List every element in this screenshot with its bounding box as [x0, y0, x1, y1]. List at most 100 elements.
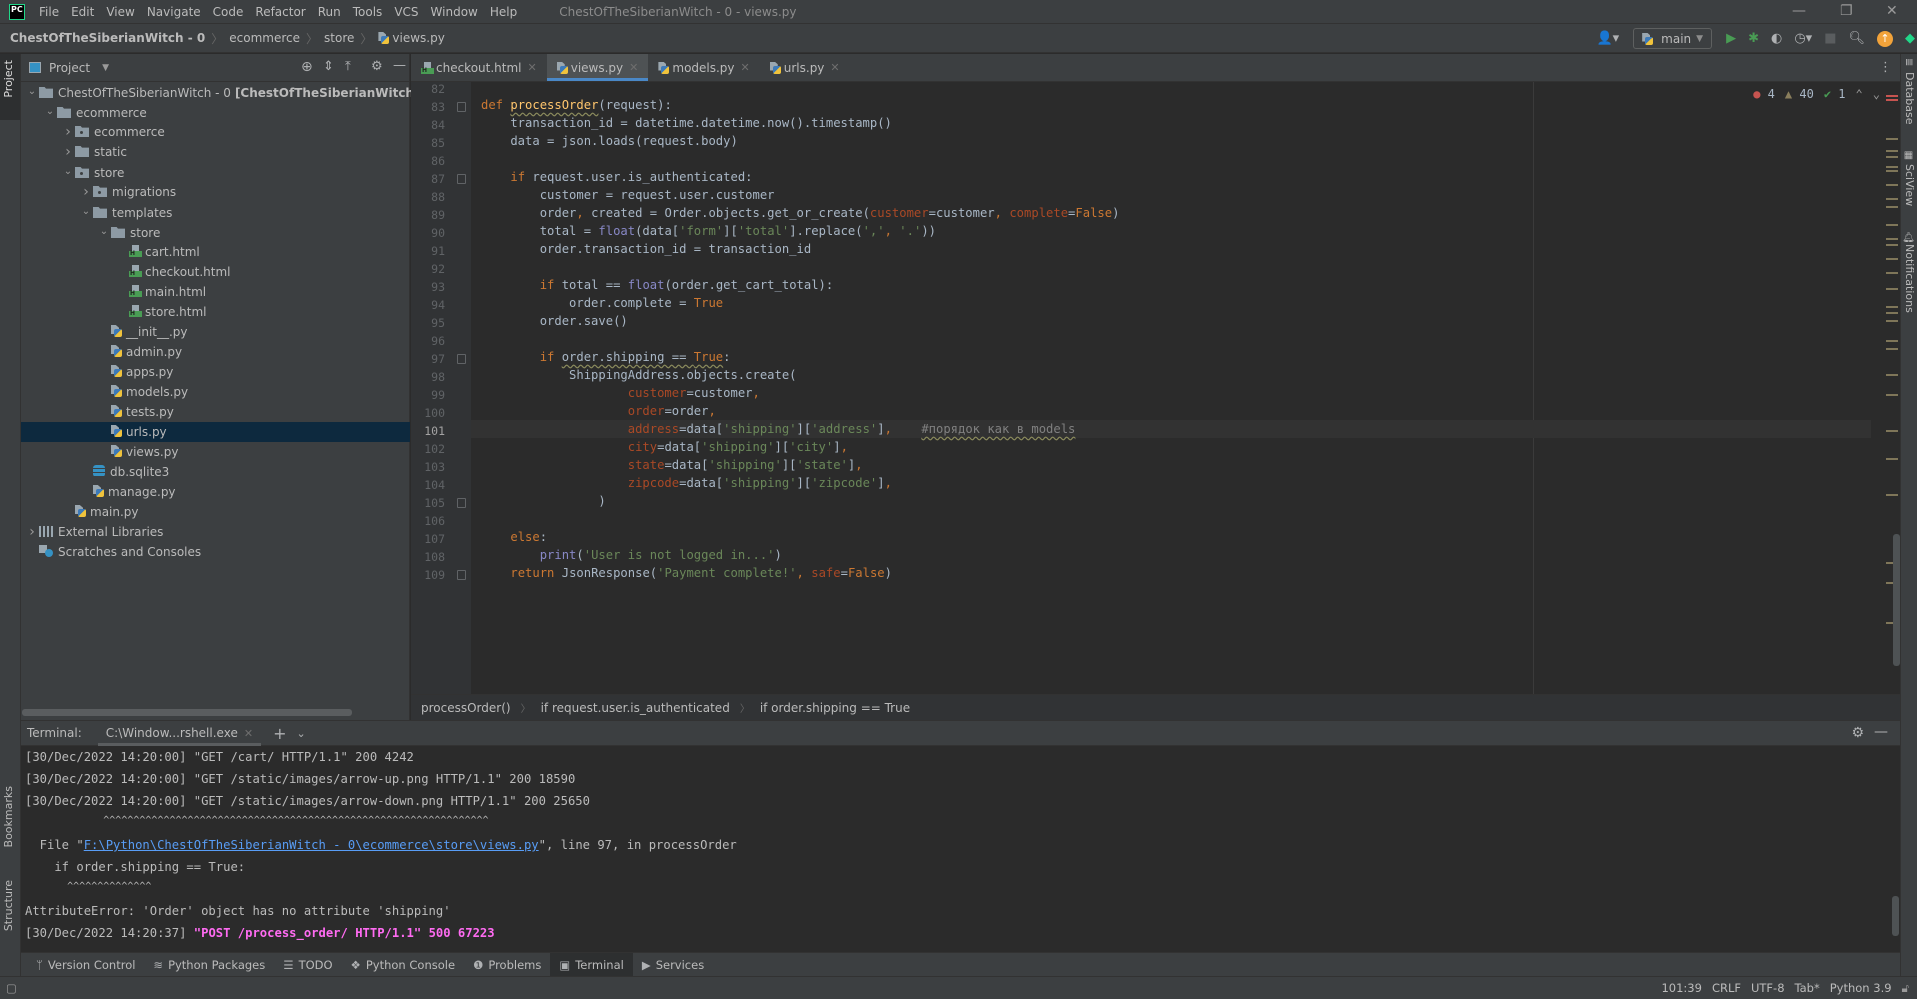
- restore-button[interactable]: ❐: [1840, 3, 1853, 19]
- tree-item[interactable]: tests.py: [21, 402, 410, 422]
- code-line[interactable]: [471, 82, 1871, 96]
- code-line[interactable]: transaction_id = datetime.datetime.now()…: [471, 114, 1871, 132]
- stop-icon[interactable]: ■: [1824, 31, 1836, 46]
- tree-item[interactable]: store.html: [21, 302, 410, 322]
- warning-stripe-mark[interactable]: [1886, 258, 1898, 260]
- expand-all-icon[interactable]: ⇕: [323, 59, 334, 74]
- tree-item[interactable]: __init__.py: [21, 322, 410, 342]
- chevron-down-icon[interactable]: ⌄: [296, 727, 305, 740]
- code-line[interactable]: customer=customer,: [471, 384, 1871, 402]
- lock-icon[interactable]: 🔓︎: [1902, 981, 1909, 996]
- warning-stripe-mark[interactable]: [1886, 206, 1898, 208]
- menu-window[interactable]: Window: [431, 5, 478, 19]
- code-line[interactable]: data = json.loads(request.body): [471, 132, 1871, 150]
- line-separator[interactable]: CRLF: [1712, 981, 1741, 995]
- code-line[interactable]: ): [471, 492, 1871, 510]
- warning-stripe-mark[interactable]: [1886, 224, 1898, 226]
- gear-icon[interactable]: ⚙: [1851, 725, 1864, 741]
- code-line[interactable]: zipcode=data['shipping']['zipcode'],: [471, 474, 1871, 492]
- tree-item[interactable]: urls.py: [21, 422, 410, 442]
- close-tab-icon[interactable]: ✕: [741, 61, 750, 74]
- locate-icon[interactable]: ⊕: [301, 59, 313, 75]
- structure-tool-tab[interactable]: Structure: [2, 880, 15, 931]
- project-horizontal-scrollbar[interactable]: [22, 709, 352, 716]
- error-stripe-mark[interactable]: [1886, 95, 1898, 97]
- breadcrumb-project[interactable]: ChestOfTheSiberianWitch - 0: [10, 31, 205, 45]
- file-encoding[interactable]: UTF-8: [1751, 981, 1785, 995]
- warning-stripe-mark[interactable]: [1886, 348, 1898, 350]
- collapse-all-icon[interactable]: ⤒: [345, 59, 351, 74]
- more-tabs-icon[interactable]: ⋮: [1879, 60, 1892, 75]
- tree-item[interactable]: admin.py: [21, 342, 410, 362]
- chevron-right-icon[interactable]: ›: [61, 122, 75, 142]
- tab-views-py[interactable]: views.py ✕: [546, 54, 649, 81]
- inspection-widget[interactable]: ● 4 ▲ 40 ✔ 1 ⌃ ⌄: [1753, 87, 1880, 101]
- menu-navigate[interactable]: Navigate: [147, 5, 201, 19]
- tree-item[interactable]: manage.py: [21, 482, 410, 502]
- chevron-down-icon[interactable]: ▼: [102, 63, 109, 73]
- chevron-down-icon[interactable]: ⌄: [61, 162, 75, 182]
- close-tab-icon[interactable]: ✕: [830, 61, 839, 74]
- warning-stripe-mark[interactable]: [1886, 150, 1898, 152]
- code-line[interactable]: def processOrder(request):: [471, 96, 1871, 114]
- run-icon[interactable]: ▶: [1726, 31, 1736, 46]
- warning-stripe-mark[interactable]: [1886, 306, 1898, 308]
- warnings-indicator[interactable]: ▲ 40: [1785, 87, 1814, 101]
- warning-stripe-mark[interactable]: [1886, 138, 1898, 140]
- tree-item[interactable]: models.py: [21, 382, 410, 402]
- code-line[interactable]: order.complete = True: [471, 294, 1871, 312]
- error-stripe-mark[interactable]: [1886, 99, 1898, 101]
- code-line[interactable]: print('User is not logged in...'): [471, 546, 1871, 564]
- code-line[interactable]: order, created = Order.objects.get_or_cr…: [471, 204, 1871, 222]
- tree-item[interactable]: cart.html: [21, 242, 410, 262]
- chevron-down-icon[interactable]: ⌄: [79, 202, 93, 222]
- update-icon[interactable]: ↑: [1877, 30, 1893, 47]
- tree-item[interactable]: checkout.html: [21, 262, 410, 282]
- close-tab-icon[interactable]: ✕: [629, 61, 638, 74]
- debug-icon[interactable]: ✱: [1748, 31, 1759, 46]
- fold-toggle-icon[interactable]: [457, 354, 466, 364]
- user-icon[interactable]: 👤▾: [1596, 31, 1619, 46]
- code-line[interactable]: if request.user.is_authenticated:: [471, 168, 1871, 186]
- indent-setting[interactable]: Tab*: [1795, 981, 1820, 995]
- tab-checkout-html[interactable]: checkout.html ✕: [411, 54, 547, 81]
- code-line[interactable]: if order.shipping == True:: [471, 348, 1871, 366]
- menu-code[interactable]: Code: [213, 5, 244, 19]
- warning-stripe-mark[interactable]: [1886, 288, 1898, 290]
- menu-vcs[interactable]: VCS: [394, 5, 418, 19]
- notifications-tool-tab[interactable]: Notifications: [1903, 244, 1916, 313]
- code-line[interactable]: customer = request.user.customer: [471, 186, 1871, 204]
- close-tab-icon[interactable]: ✕: [244, 727, 253, 740]
- next-problem-icon[interactable]: ⌄: [1873, 87, 1880, 101]
- warning-stripe-mark[interactable]: [1886, 244, 1898, 246]
- fold-toggle-icon[interactable]: [457, 174, 466, 184]
- jetbrains-icon[interactable]: ◆: [1905, 31, 1915, 46]
- tree-item[interactable]: › External Libraries: [21, 522, 410, 542]
- warning-stripe-mark[interactable]: [1886, 374, 1898, 376]
- warning-stripe-mark[interactable]: [1886, 166, 1898, 168]
- project-panel-title[interactable]: Project: [49, 61, 90, 75]
- menu-help[interactable]: Help: [490, 5, 517, 19]
- traceback-file-link[interactable]: F:\Python\ChestOfTheSiberianWitch - 0\ec…: [84, 838, 539, 852]
- python-interpreter[interactable]: Python 3.9: [1830, 981, 1892, 995]
- minimize-button[interactable]: —: [1792, 3, 1806, 19]
- code-line[interactable]: total = float(data['form']['total'].repl…: [471, 222, 1871, 240]
- menu-refactor[interactable]: Refactor: [255, 5, 305, 19]
- warning-stripe-mark[interactable]: [1886, 458, 1898, 460]
- code-line[interactable]: city=data['shipping']['city'],: [471, 438, 1871, 456]
- toggle-tool-windows-icon[interactable]: ▢: [6, 981, 17, 995]
- warning-stripe-mark[interactable]: [1886, 198, 1898, 200]
- terminal-output[interactable]: [30/Dec/2022 14:20:00] "GET /cart/ HTTP/…: [21, 746, 1900, 952]
- tree-item[interactable]: apps.py: [21, 362, 410, 382]
- warning-stripe-mark[interactable]: [1886, 340, 1898, 342]
- errors-indicator[interactable]: ● 4: [1753, 87, 1775, 101]
- breadcrumb-file[interactable]: views.py: [392, 31, 444, 45]
- fold-toggle-icon[interactable]: [457, 102, 466, 112]
- caret-position[interactable]: 101:39: [1661, 981, 1701, 995]
- database-tool-tab[interactable]: Database: [1903, 72, 1916, 125]
- terminal-session-tab[interactable]: C:\Window...rshell.exe ✕: [97, 721, 262, 746]
- code-editor[interactable]: 82 83 84 85 86 87 88 89 90 91 92 93 94 95 96 97 98 99 100 1…: [411, 82, 1900, 694]
- project-tool-tab[interactable]: Project: [2, 60, 15, 98]
- code-line[interactable]: [471, 150, 1871, 168]
- sciview-tool-tab[interactable]: SciView: [1903, 164, 1916, 206]
